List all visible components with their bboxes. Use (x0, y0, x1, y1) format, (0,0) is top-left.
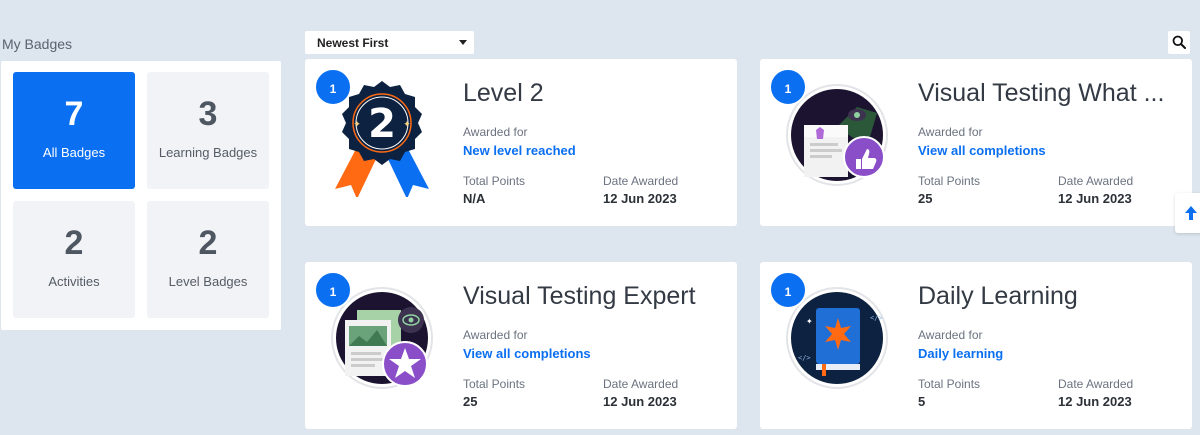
awarded-for-link[interactable]: New level reached (463, 143, 576, 158)
tile-count: 7 (64, 95, 84, 133)
total-points-value: N/A (463, 191, 486, 206)
tile-count: 2 (64, 224, 84, 262)
badge-filter-panel: 7 All Badges 3 Learning Badges 2 Activit… (1, 61, 281, 330)
date-awarded-value: 12 Jun 2023 (603, 191, 677, 206)
search-icon (1172, 35, 1186, 49)
date-awarded-label: Date Awarded (603, 377, 679, 391)
awarded-for-link[interactable]: View all completions (463, 346, 591, 361)
badge-title: Daily Learning (918, 282, 1078, 310)
badge-card[interactable]: 1 Visual Testing Expert Awarded for View… (305, 262, 737, 429)
badge-count: 1 (314, 68, 352, 106)
date-awarded-value: 12 Jun 2023 (603, 394, 677, 409)
awarded-for-label: Awarded for (918, 125, 983, 139)
awarded-for-link[interactable]: View all completions (918, 143, 1046, 158)
scroll-to-top-button[interactable] (1175, 193, 1200, 233)
svg-text:2: 2 (368, 101, 396, 147)
sidebar-title: My Badges (2, 36, 73, 52)
total-points-value: 25 (463, 394, 478, 409)
awarded-for-link[interactable]: Daily learning (918, 346, 1003, 361)
caret-down-icon (459, 40, 467, 45)
tile-count: 2 (198, 224, 218, 262)
badge-card[interactable]: 1 2 ✦ ✦ Level 2 Awarded for New level re… (305, 59, 737, 226)
badge-title: Visual Testing Expert (463, 282, 696, 310)
filter-tile-learning-badges[interactable]: 3 Learning Badges (147, 72, 269, 189)
svg-text:✦: ✦ (806, 317, 813, 326)
awarded-for-label: Awarded for (918, 328, 983, 342)
badge-title: Visual Testing What ... (918, 79, 1165, 107)
search-button[interactable] (1168, 31, 1190, 54)
badge-count: 1 (769, 68, 807, 106)
date-awarded-value: 12 Jun 2023 (1058, 191, 1132, 206)
svg-text:✦: ✦ (353, 119, 361, 129)
tile-label: Learning Badges (158, 145, 258, 160)
arrow-up-icon (1185, 206, 1197, 220)
date-awarded-label: Date Awarded (1058, 377, 1134, 391)
sort-dropdown-value: Newest First (317, 36, 389, 50)
total-points-value: 5 (918, 394, 926, 409)
badge-card[interactable]: 1 Visual Testing What ... Awarded for Vi… (760, 59, 1192, 226)
filter-tile-activities[interactable]: 2 Activities (13, 201, 135, 318)
sort-dropdown[interactable]: Newest First (305, 31, 474, 54)
total-points-label: Total Points (918, 377, 981, 391)
badge-title: Level 2 (463, 79, 544, 107)
date-awarded-label: Date Awarded (603, 174, 679, 188)
badge-card[interactable]: 1 </> </> ✦ Daily Learning Awarded for D… (760, 262, 1192, 429)
filter-tile-level-badges[interactable]: 2 Level Badges (147, 201, 269, 318)
svg-text:✦: ✦ (403, 119, 411, 129)
svg-text:</>: </> (798, 354, 811, 362)
tile-label: Activities (48, 274, 100, 289)
date-awarded-label: Date Awarded (1058, 174, 1134, 188)
total-points-value: 25 (918, 191, 933, 206)
date-awarded-value: 12 Jun 2023 (1058, 394, 1132, 409)
badge-count: 1 (314, 271, 352, 309)
tile-label: Level Badges (168, 274, 248, 289)
filter-tile-all-badges[interactable]: 7 All Badges (13, 72, 135, 189)
total-points-label: Total Points (918, 174, 981, 188)
awarded-for-label: Awarded for (463, 125, 528, 139)
badge-count: 1 (769, 271, 807, 309)
svg-text:</>: </> (870, 314, 883, 322)
awarded-for-label: Awarded for (463, 328, 528, 342)
total-points-label: Total Points (463, 174, 526, 188)
tile-count: 3 (198, 95, 218, 133)
total-points-label: Total Points (463, 377, 526, 391)
tile-label: All Badges (42, 145, 106, 160)
